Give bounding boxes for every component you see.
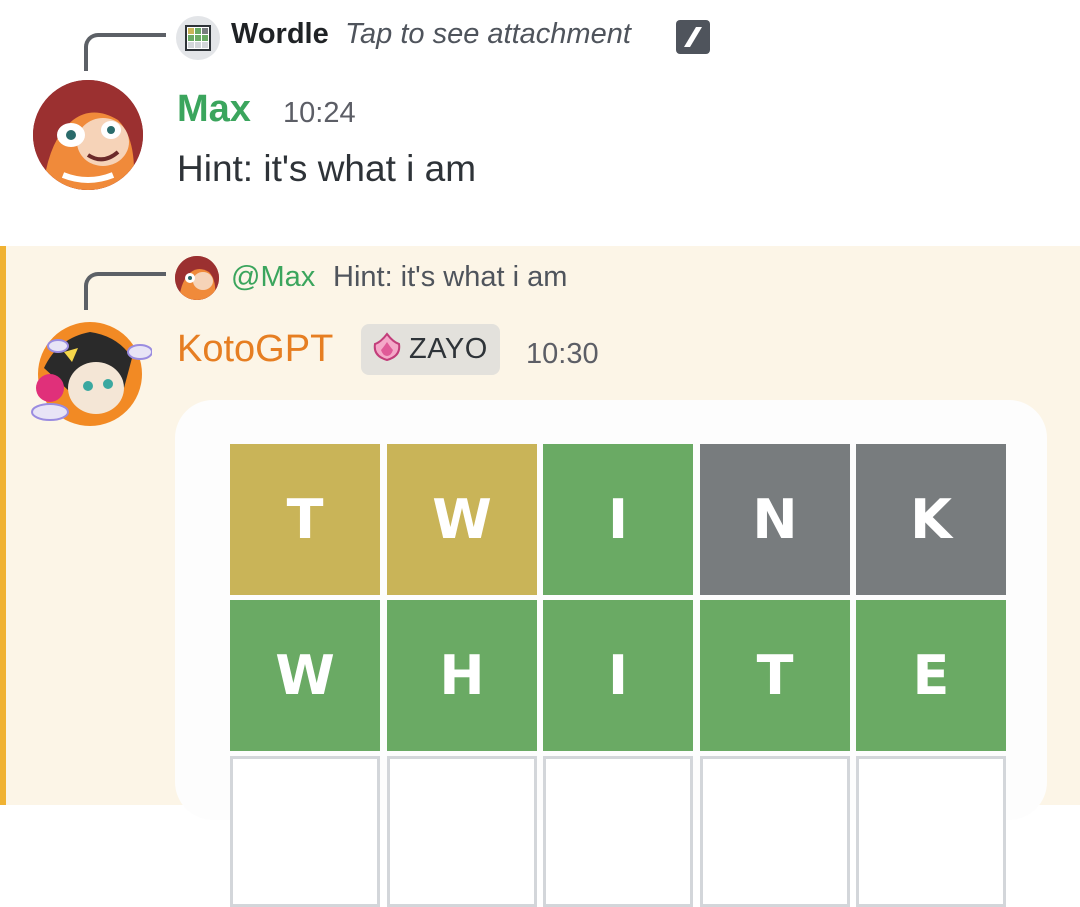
role-badge-label: ZAYO bbox=[409, 333, 488, 365]
reply-avatar[interactable] bbox=[175, 256, 219, 300]
wordle-tile: T bbox=[230, 444, 380, 595]
reply-connector bbox=[84, 272, 166, 310]
role-badge[interactable]: ZAYO bbox=[361, 324, 500, 375]
reply-preview[interactable]: Hint: it's what i am bbox=[333, 261, 567, 294]
wordle-tile: I bbox=[543, 600, 693, 751]
wordle-tile bbox=[856, 756, 1006, 907]
wordle-tile bbox=[543, 756, 693, 907]
avatar[interactable] bbox=[33, 80, 143, 190]
message-timestamp: 10:30 bbox=[526, 338, 599, 370]
wordle-tile: E bbox=[856, 600, 1006, 751]
reply-mention[interactable]: @Max bbox=[231, 261, 315, 294]
author-name[interactable]: KotoGPT bbox=[177, 328, 333, 371]
avatar[interactable] bbox=[28, 318, 153, 430]
wordle-tile: N bbox=[700, 444, 850, 595]
wordle-tile: K bbox=[856, 444, 1006, 595]
wordle-tile bbox=[387, 756, 537, 907]
reply-app-name[interactable]: Wordle bbox=[231, 18, 329, 51]
author-name[interactable]: Max bbox=[177, 88, 251, 131]
pink-flame-icon bbox=[371, 332, 403, 367]
wordle-tile: H bbox=[387, 600, 537, 751]
mention-highlight-bar bbox=[0, 246, 6, 805]
wordle-tile bbox=[230, 756, 380, 907]
wordle-tile: T bbox=[700, 600, 850, 751]
slash-icon[interactable] bbox=[676, 20, 710, 54]
message-text: Hint: it's what i am bbox=[177, 148, 477, 189]
wordle-tile: W bbox=[230, 600, 380, 751]
wordle-tile bbox=[700, 756, 850, 907]
wordle-tile: I bbox=[543, 444, 693, 595]
wordle-grid-icon[interactable] bbox=[176, 16, 220, 60]
wordle-tile: W bbox=[387, 444, 537, 595]
reply-attachment-preview[interactable]: Tap to see attachment bbox=[345, 18, 631, 51]
reply-connector bbox=[84, 33, 166, 71]
message-timestamp: 10:24 bbox=[283, 97, 356, 129]
